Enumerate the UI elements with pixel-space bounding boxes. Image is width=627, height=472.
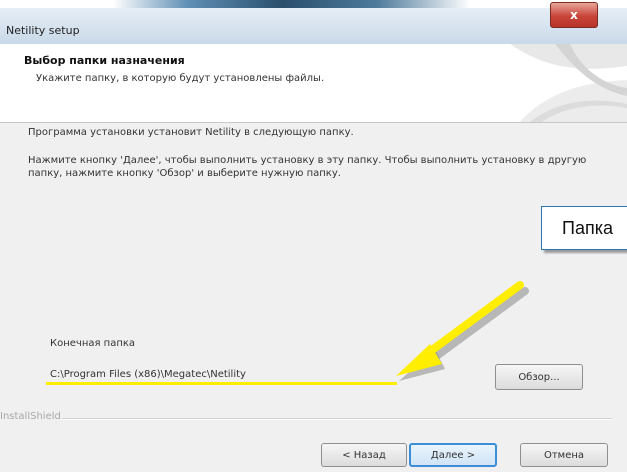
yellow-arrow-icon xyxy=(396,281,529,381)
folder-callout: Папка xyxy=(541,206,627,250)
callout-text: Папка xyxy=(562,218,613,238)
